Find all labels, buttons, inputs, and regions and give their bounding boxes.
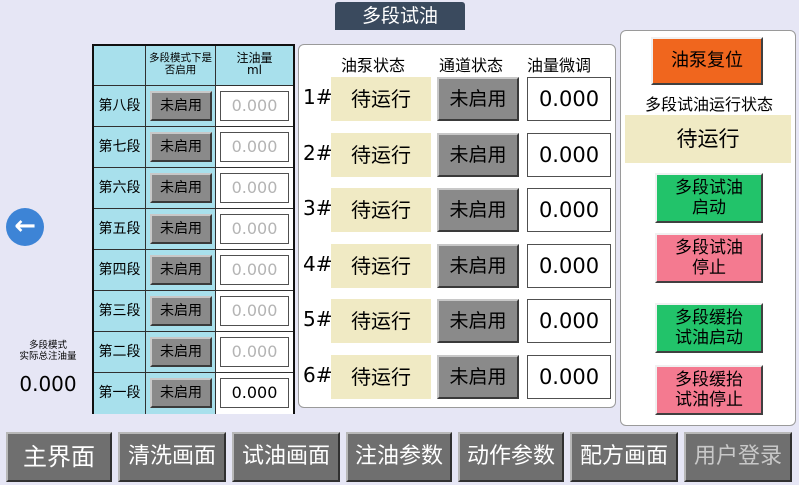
segment-amount-field[interactable]: 0.000 [220,91,289,121]
segment-amount-field[interactable]: 0.000 [220,132,289,162]
segment-header-amount: 注油量 ml [216,46,293,86]
bottom-nav: 主界面 清洗画面 试油画面 注油参数 动作参数 配方画面 用户登录 [0,428,799,485]
segment-enable-button[interactable]: 未启用 [150,296,212,326]
oil-adjust-field[interactable]: 0.000 [527,299,611,343]
pump-row: 5# 待运行 未启用 0.000 [299,297,615,347]
pump-status: 待运行 [331,133,431,177]
nav-main[interactable]: 主界面 [6,432,112,482]
total-injection-value: 0.000 [19,372,77,396]
nav-oil-test[interactable]: 试油画面 [232,432,340,482]
segment-enable-button[interactable]: 未启用 [150,378,212,408]
segment-enable-button[interactable]: 未启用 [150,91,212,121]
nav-injection-params[interactable]: 注油参数 [346,432,452,482]
oil-adjust-field[interactable]: 0.000 [527,188,611,232]
segment-enable-button[interactable]: 未启用 [150,337,212,367]
pump-status-panel: 油泵状态 通道状态 油量微调 1# 待运行 未启用 0.000 2# 待运行 未… [298,44,616,408]
nav-user-login[interactable]: 用户登录 [684,432,792,482]
pump-number: 6# [303,363,333,387]
segment-enable-button[interactable]: 未启用 [150,214,212,244]
segment-amount-field[interactable]: 0.000 [220,214,289,244]
pump-status-header: 油泵状态 [341,56,406,75]
channel-status-button[interactable]: 未启用 [437,299,519,343]
segment-name: 第一段 [94,373,146,414]
segment-row: 第八段 未启用 0.000 [94,86,293,127]
pump-number: 4# [303,252,333,276]
oil-adjust-field[interactable]: 0.000 [527,244,611,288]
pump-row: 6# 待运行 未启用 0.000 [299,353,615,403]
oil-adjust-field[interactable]: 0.000 [527,77,611,121]
nav-recipe[interactable]: 配方画面 [570,432,678,482]
channel-status-button[interactable]: 未启用 [437,244,519,288]
segment-row: 第三段 未启用 0.000 [94,291,293,332]
pump-row: 2# 待运行 未启用 0.000 [299,131,615,181]
segment-name: 第八段 [94,86,146,127]
pump-status: 待运行 [331,77,431,121]
page-title: 多段试油 [335,2,465,30]
segment-name: 第七段 [94,127,146,168]
segment-amount-field[interactable]: 0.000 [220,378,289,408]
segment-enable-button[interactable]: 未启用 [150,173,212,203]
pump-status: 待运行 [331,188,431,232]
oil-adjust-header: 油量微调 [527,56,592,75]
segment-name: 第四段 [94,250,146,291]
channel-status-button[interactable]: 未启用 [437,133,519,177]
run-status-label: 多段试油运行状态 [644,95,773,114]
pump-number: 2# [303,141,333,165]
segment-name: 第三段 [94,291,146,332]
segment-row: 第四段 未启用 0.000 [94,250,293,291]
segment-row: 第七段 未启用 0.000 [94,127,293,168]
arrow-left-icon: ← [14,211,36,241]
segment-row: 第六段 未启用 0.000 [94,168,293,209]
segment-row: 第二段 未启用 0.000 [94,332,293,373]
total-injection-label: 多段模式 实际总注油量 [19,340,77,362]
segment-header-enable: 多段模式下是否启用 [146,46,216,86]
title-bar: 多段试油 [0,0,799,30]
multi-stage-stop-button[interactable]: 多段试油 停止 [655,233,763,283]
pump-status: 待运行 [331,355,431,399]
multi-stage-start-button[interactable]: 多段试油 启动 [655,173,763,223]
pump-status: 待运行 [331,299,431,343]
segment-header-blank [94,46,146,86]
segment-amount-field[interactable]: 0.000 [220,173,289,203]
control-panel: 油泵复位 多段试油运行状态 待运行 多段试油 启动 多段试油 停止 多段缓抬 试… [620,30,796,426]
channel-status-header: 通道状态 [439,56,504,75]
pump-reset-button[interactable]: 油泵复位 [651,37,763,85]
pump-status: 待运行 [331,244,431,288]
segment-name: 第六段 [94,168,146,209]
pump-number: 5# [303,307,333,331]
channel-status-button[interactable]: 未启用 [437,355,519,399]
segment-row: 第一段 未启用 0.000 [94,373,293,414]
run-status-value: 待运行 [625,115,791,163]
segment-row: 第五段 未启用 0.000 [94,209,293,250]
nav-clean[interactable]: 清洗画面 [118,432,226,482]
segment-amount-field[interactable]: 0.000 [220,296,289,326]
channel-status-button[interactable]: 未启用 [437,188,519,232]
segment-table: 多段模式下是否启用 注油量 ml 第八段 未启用 0.000 第七段 未启用 0… [92,44,295,414]
pump-row: 3# 待运行 未启用 0.000 [299,186,615,236]
segment-enable-button[interactable]: 未启用 [150,255,212,285]
pump-number: 1# [303,85,333,109]
slow-lift-stop-button[interactable]: 多段缓抬 试油停止 [655,365,763,415]
segment-name: 第二段 [94,332,146,373]
pump-number: 3# [303,196,333,220]
nav-action-params[interactable]: 动作参数 [458,432,564,482]
segment-name: 第五段 [94,209,146,250]
back-button[interactable]: ← [6,208,44,246]
slow-lift-start-button[interactable]: 多段缓抬 试油启动 [655,303,763,353]
segment-amount-field[interactable]: 0.000 [220,337,289,367]
segment-enable-button[interactable]: 未启用 [150,132,212,162]
pump-row: 1# 待运行 未启用 0.000 [299,75,615,125]
oil-adjust-field[interactable]: 0.000 [527,133,611,177]
pump-row: 4# 待运行 未启用 0.000 [299,242,615,292]
oil-adjust-field[interactable]: 0.000 [527,355,611,399]
segment-amount-field[interactable]: 0.000 [220,255,289,285]
channel-status-button[interactable]: 未启用 [437,77,519,121]
